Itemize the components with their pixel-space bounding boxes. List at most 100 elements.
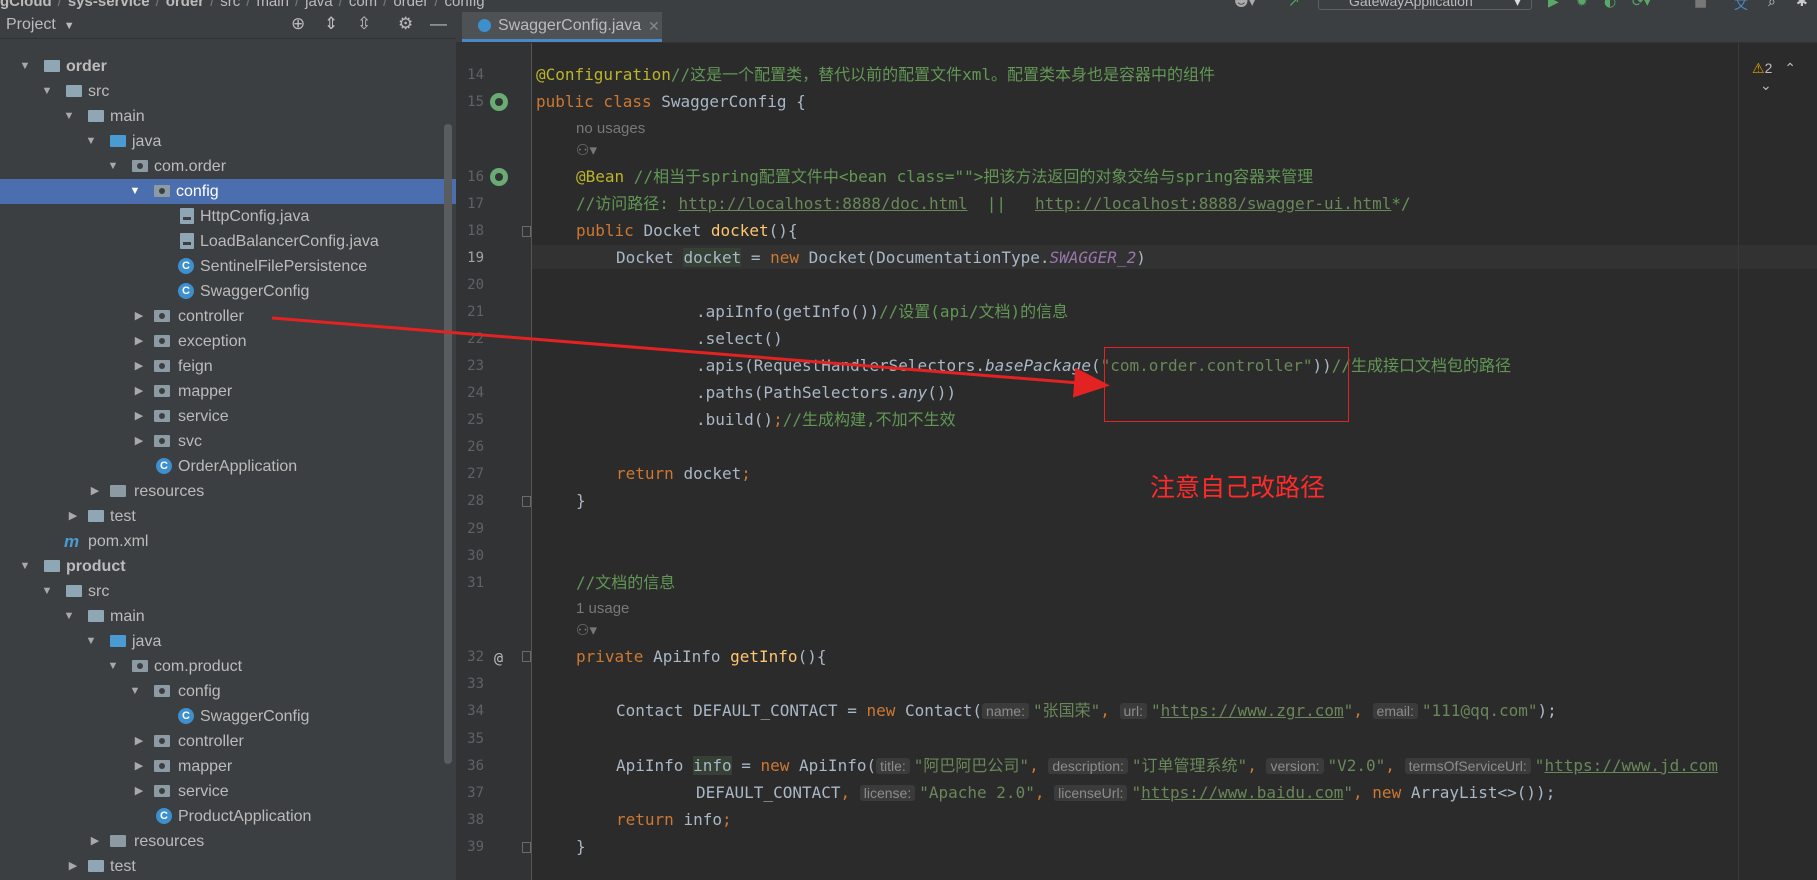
chevron-down-icon[interactable]: ▼ xyxy=(18,54,32,79)
breadcrumb-item[interactable]: java xyxy=(305,0,333,10)
tree-item[interactable]: ▼ src xyxy=(0,579,456,604)
spring-bean-gutter-icon[interactable] xyxy=(490,168,508,186)
doc-link[interactable]: http://localhost:8888/doc.html xyxy=(679,194,968,213)
tree-item[interactable]: ▼ main xyxy=(0,104,456,129)
tree-item[interactable]: ▼ main xyxy=(0,604,456,629)
tree-item[interactable]: ▶ controller xyxy=(0,729,456,754)
chevron-up-icon[interactable]: ⌃ xyxy=(1784,60,1796,76)
chevron-down-icon[interactable]: ▼ xyxy=(128,679,142,704)
swagger-link[interactable]: http://localhost:8888/swagger-ui.html xyxy=(1035,194,1391,213)
breadcrumb-item[interactable]: com xyxy=(349,0,377,10)
chevron-right-icon[interactable]: ▶ xyxy=(132,779,146,804)
chevron-down-icon[interactable]: ▼ xyxy=(84,629,98,654)
profile-icon[interactable]: ⟳▾ xyxy=(1632,0,1651,10)
breadcrumb-item[interactable]: gCloud xyxy=(0,0,52,10)
fold-icon[interactable] xyxy=(522,651,531,662)
code-editor[interactable]: 14 15 16 17 18 19 20 21 22 23 24 25 26 2… xyxy=(456,43,1817,880)
build-icon[interactable]: ↗ xyxy=(1288,0,1300,10)
coverage-icon[interactable]: ◐ xyxy=(1604,0,1616,10)
close-icon[interactable]: ✕ xyxy=(648,12,660,40)
breadcrumb-item[interactable]: src xyxy=(220,0,240,10)
expand-all-icon[interactable]: ⇕ xyxy=(324,14,338,34)
chevron-down-icon[interactable]: ▼ xyxy=(128,179,142,204)
tree-item[interactable]: C SentinelFilePersistence xyxy=(0,254,456,279)
chevron-down-icon[interactable]: ▼ xyxy=(106,154,120,179)
chevron-right-icon[interactable]: ▶ xyxy=(132,404,146,429)
translate-icon[interactable]: 文 xyxy=(1734,0,1748,12)
tree-item[interactable]: ▼ java xyxy=(0,129,456,154)
run-configuration-select[interactable]: GatewayApplication ▾ xyxy=(1318,0,1532,10)
chevron-right-icon[interactable]: ▶ xyxy=(66,854,80,879)
settings-icon[interactable]: ✱ xyxy=(1796,0,1808,10)
tree-item[interactable]: LoadBalancerConfig.java xyxy=(0,229,456,254)
tree-item[interactable]: m pom.xml xyxy=(0,529,456,554)
chevron-right-icon[interactable]: ▶ xyxy=(66,504,80,529)
tree-item[interactable]: ▶ resources xyxy=(0,829,456,854)
fold-icon[interactable] xyxy=(522,226,531,237)
tree-item[interactable]: C OrderApplication xyxy=(0,454,456,479)
tree-item[interactable]: ▼ product xyxy=(0,554,456,579)
gear-icon[interactable]: ⚙ xyxy=(398,14,413,34)
breadcrumb-item[interactable]: main xyxy=(256,0,289,10)
usages-hint[interactable]: no usages xyxy=(576,119,645,139)
tree-item[interactable]: ▼ order xyxy=(0,54,456,79)
tree-item[interactable]: ▼ com.order xyxy=(0,154,456,179)
breadcrumb-item[interactable]: config xyxy=(445,0,485,10)
tree-item[interactable]: ▶ controller xyxy=(0,304,456,329)
tree-item[interactable]: ▶ feign xyxy=(0,354,456,379)
chevron-down-icon[interactable]: ▼ xyxy=(106,654,120,679)
tree-item[interactable]: ▼ src xyxy=(0,79,456,104)
tree-item[interactable]: ▶ service xyxy=(0,404,456,429)
tree-item[interactable]: ▼ java xyxy=(0,629,456,654)
debug-icon[interactable]: ✹ xyxy=(1576,0,1588,10)
tree-item[interactable]: ▶ test xyxy=(0,854,456,879)
tree-item[interactable]: ▶ resources xyxy=(0,479,456,504)
chevron-down-icon[interactable]: ▼ xyxy=(62,104,76,129)
breadcrumb-item[interactable]: order xyxy=(393,0,428,10)
chevron-right-icon[interactable]: ▶ xyxy=(88,829,102,854)
tree-item[interactable]: ▶ exception xyxy=(0,329,456,354)
tree-item[interactable]: HttpConfig.java xyxy=(0,204,456,229)
breadcrumb-item[interactable]: sys-service xyxy=(68,0,150,10)
chevron-right-icon[interactable]: ▶ xyxy=(88,479,102,504)
chevron-right-icon[interactable]: ▶ xyxy=(132,329,146,354)
tree-item[interactable]: ▶ test xyxy=(0,504,456,529)
author-hint-icon[interactable]: ⚇▾ xyxy=(576,621,597,641)
chevron-right-icon[interactable]: ▶ xyxy=(132,379,146,404)
tree-item[interactable]: ▶ service xyxy=(0,779,456,804)
stop-icon[interactable]: ■ xyxy=(1694,0,1707,10)
chevron-down-icon[interactable]: ▼ xyxy=(40,79,54,104)
chevron-right-icon[interactable]: ▶ xyxy=(132,429,146,454)
tree-item[interactable]: ▶ mapper xyxy=(0,379,456,404)
chevron-right-icon[interactable]: ▶ xyxy=(132,754,146,779)
fold-icon[interactable] xyxy=(522,842,531,853)
collapse-all-icon[interactable]: ⇳ xyxy=(357,14,371,34)
chevron-right-icon[interactable]: ▶ xyxy=(132,304,146,329)
chevron-right-icon[interactable]: ▶ xyxy=(132,354,146,379)
tree-item[interactable]: ▶ mapper xyxy=(0,754,456,779)
usages-hint[interactable]: 1 usage xyxy=(576,599,629,619)
chevron-down-icon[interactable]: ▼ xyxy=(40,579,54,604)
tab-swaggerconfig[interactable]: SwaggerConfig.java ✕ xyxy=(462,12,662,42)
inspection-widget[interactable]: ⚠2 ⌃ ⌄ xyxy=(1752,60,1817,94)
hide-panel-icon[interactable]: — xyxy=(430,14,447,34)
run-icon[interactable]: ▶ xyxy=(1548,0,1559,10)
project-scrollbar[interactable] xyxy=(444,124,452,764)
user-icon[interactable]: ☻▾ xyxy=(1234,0,1256,10)
chevron-down-icon[interactable]: ▼ xyxy=(84,129,98,154)
spring-bean-gutter-icon[interactable] xyxy=(490,93,508,111)
tree-item[interactable]: C SwaggerConfig xyxy=(0,279,456,304)
chevron-down-icon[interactable]: ▼ xyxy=(18,554,32,579)
breadcrumb-item[interactable]: order xyxy=(166,0,204,10)
implementation-gutter-icon[interactable]: @ xyxy=(494,649,503,667)
tree-item-selected[interactable]: ▼ config xyxy=(0,179,456,204)
tree-item[interactable]: ▶ svc xyxy=(0,429,456,454)
search-icon[interactable]: ⌕ xyxy=(1768,0,1776,10)
select-opened-file-icon[interactable]: ⊕ xyxy=(291,14,305,34)
tree-item[interactable]: ▼ config xyxy=(0,679,456,704)
project-view-selector[interactable]: Project ▼ xyxy=(6,16,75,34)
tree-item[interactable]: C SwaggerConfig xyxy=(0,704,456,729)
chevron-down-icon[interactable]: ⌄ xyxy=(1760,77,1772,93)
chevron-down-icon[interactable]: ▼ xyxy=(62,604,76,629)
author-hint-icon[interactable]: ⚇▾ xyxy=(576,141,597,161)
